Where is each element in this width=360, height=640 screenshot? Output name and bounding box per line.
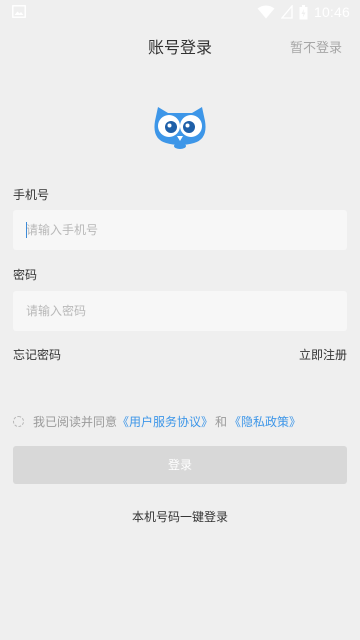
phone-input-container	[13, 210, 347, 250]
status-time: 10:46	[313, 4, 350, 20]
text-caret	[26, 222, 27, 238]
header: 账号登录 暂不登录	[0, 28, 360, 62]
agreement-row: 我已阅读并同意 《用户服务协议》 和 《隐私政策》	[13, 413, 301, 429]
password-label: 密码	[13, 268, 38, 282]
agreement-and: 和	[215, 414, 228, 429]
skip-login-button[interactable]: 暂不登录	[290, 37, 342, 56]
phone-label: 手机号	[13, 188, 50, 202]
wifi-icon	[257, 5, 275, 19]
status-bar: 10:46	[0, 0, 360, 24]
register-link[interactable]: 立即注册	[299, 346, 347, 363]
one-key-login-link[interactable]: 本机号码一键登录	[0, 508, 360, 525]
privacy-policy-link[interactable]: 《隐私政策》	[229, 413, 301, 430]
battery-icon	[299, 4, 308, 19]
signal-icon	[280, 5, 293, 19]
login-button[interactable]: 登录	[13, 446, 347, 484]
service-agreement-link[interactable]: 《用户服务协议》	[117, 413, 213, 430]
agreement-checkbox[interactable]	[13, 415, 24, 427]
password-input[interactable]	[13, 291, 347, 331]
forgot-password-link[interactable]: 忘记密码	[13, 346, 61, 363]
phone-input[interactable]	[13, 210, 347, 250]
agreement-prefix: 我已阅读并同意	[33, 414, 118, 429]
image-icon	[12, 5, 26, 18]
password-input-container	[13, 291, 347, 331]
owl-logo	[154, 107, 206, 149]
